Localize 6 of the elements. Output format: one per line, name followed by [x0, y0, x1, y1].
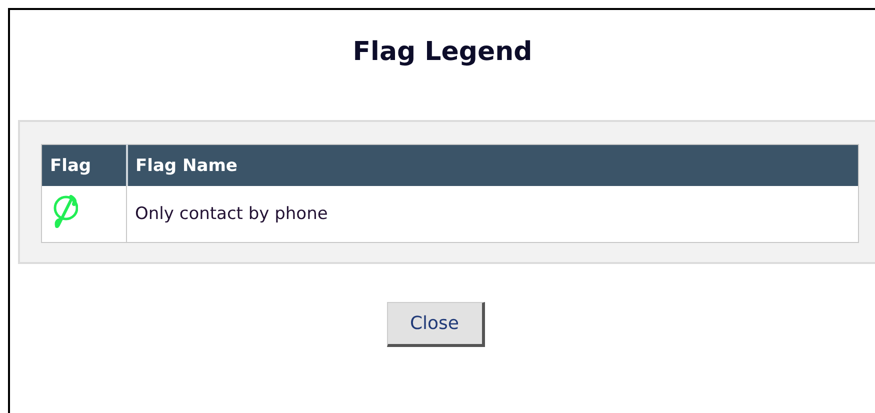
dialog-title: Flag Legend: [352, 36, 534, 69]
close-button[interactable]: Close: [386, 302, 484, 347]
column-header: Flag Name: [126, 144, 858, 186]
table-cell: Only contact by phone: [126, 186, 858, 242]
phone-icon: [52, 194, 78, 230]
column-header: Flag: [42, 144, 126, 186]
